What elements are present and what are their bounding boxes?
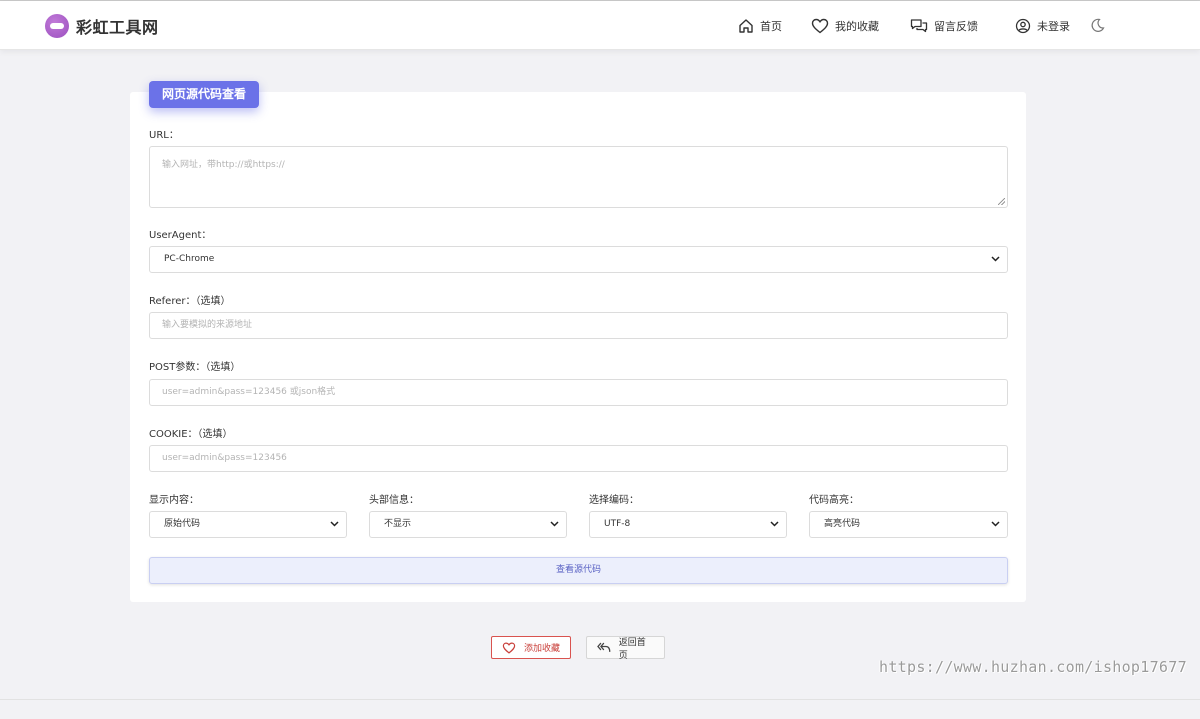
post-placeholder: user=admin&pass=123456 或json格式: [162, 387, 336, 397]
user-icon: [1015, 18, 1031, 33]
nav-login[interactable]: 未登录: [1015, 1, 1070, 50]
cookie-placeholder: user=admin&pass=123456: [162, 453, 287, 463]
cookie-input[interactable]: user=admin&pass=123456: [149, 445, 1008, 472]
add-favorite-label: 添加收藏: [524, 644, 561, 654]
highlight-select[interactable]: 高亮代码: [809, 511, 1008, 538]
highlight-label: 代码高亮：: [809, 495, 859, 506]
logo-icon: [45, 14, 69, 38]
useragent-label: UserAgent：: [149, 230, 212, 241]
url-input[interactable]: 输入网址，带http://或https://: [149, 146, 1008, 208]
post-input[interactable]: user=admin&pass=123456 或json格式: [149, 379, 1008, 406]
headers-label: 头部信息：: [369, 495, 419, 506]
useragent-select[interactable]: PC-Chrome: [149, 246, 1008, 273]
post-label: POST参数：（选填）: [149, 362, 241, 373]
referer-placeholder: 输入要模拟的来源地址: [162, 320, 253, 330]
encoding-value: UTF-8: [604, 519, 631, 529]
referer-input[interactable]: 输入要模拟的来源地址: [149, 312, 1008, 339]
home-icon: [739, 18, 753, 33]
chevron-down-icon: [770, 521, 779, 527]
nav-favorites-label: 我的收藏: [835, 19, 879, 33]
footer-divider: [0, 699, 1200, 700]
useragent-value: PC-Chrome: [164, 254, 215, 264]
top-header: 彩虹工具网 首页 我的收藏 留言反馈 未登录: [0, 1, 1200, 50]
nav-login-label: 未登录: [1037, 19, 1070, 33]
resize-handle-icon[interactable]: [998, 198, 1005, 205]
display-select[interactable]: 原始代码: [149, 511, 347, 538]
nav-home[interactable]: 首页: [738, 1, 782, 50]
referer-label: Referer：（选填）: [149, 296, 231, 307]
chat-icon: [910, 18, 928, 32]
chevron-down-icon: [330, 521, 339, 527]
add-favorite-button[interactable]: 添加收藏: [491, 636, 571, 659]
logo-text: 彩虹工具网: [76, 18, 159, 37]
back-home-label: 返回首页: [618, 637, 646, 661]
heart-icon: [811, 18, 829, 33]
url-placeholder: 输入网址，带http://或https://: [162, 160, 285, 170]
display-value: 原始代码: [164, 519, 201, 529]
nav-feedback-label: 留言反馈: [934, 19, 978, 33]
chevron-down-icon: [991, 521, 1000, 527]
heart-icon: [502, 642, 516, 654]
reply-all-icon: [597, 642, 611, 652]
moon-icon: [1091, 18, 1105, 32]
nav-favorites[interactable]: 我的收藏: [811, 1, 879, 50]
url-label: URL：: [149, 130, 179, 141]
theme-toggle[interactable]: [1090, 1, 1105, 50]
headers-select[interactable]: 不显示: [369, 511, 567, 538]
chevron-down-icon: [991, 256, 1000, 262]
view-source-button[interactable]: 查看源代码: [149, 557, 1008, 584]
nav-home-label: 首页: [760, 19, 782, 33]
cookie-label: COOKIE：（选填）: [149, 429, 233, 440]
site-logo[interactable]: 彩虹工具网: [45, 13, 159, 39]
encoding-label: 选择编码：: [589, 495, 639, 506]
back-home-button[interactable]: 返回首页: [586, 636, 665, 661]
chevron-down-icon: [550, 521, 559, 527]
display-label: 显示内容：: [149, 495, 199, 506]
nav-feedback[interactable]: 留言反馈: [910, 1, 978, 50]
highlight-value: 高亮代码: [824, 519, 861, 529]
card-title: 网页源代码查看: [149, 81, 260, 108]
headers-value: 不显示: [384, 519, 412, 529]
encoding-select[interactable]: UTF-8: [589, 511, 787, 538]
watermark-text: https://www.huzhan.com/ishop17677: [879, 658, 1187, 676]
